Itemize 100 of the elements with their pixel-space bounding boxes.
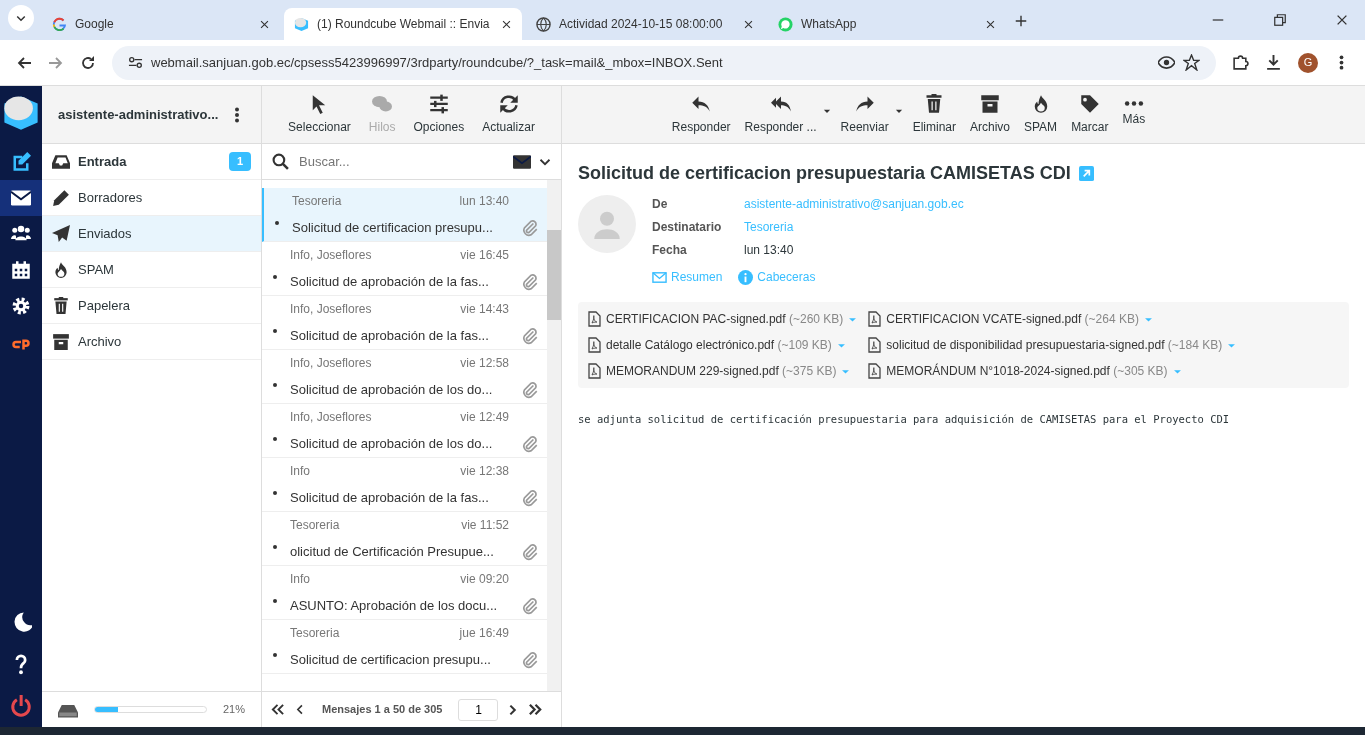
subject: Solicitud de aprobación de los do...	[290, 434, 493, 453]
subject: Solicitud de aprobación de la fas...	[290, 272, 489, 291]
envelope-icon[interactable]	[513, 152, 531, 171]
pencil-icon	[52, 188, 70, 207]
sender: Info, Joseflores	[290, 246, 372, 264]
toolbar-button[interactable]: Responder ...	[739, 93, 822, 136]
browser-tab[interactable]: Google	[42, 8, 280, 40]
folder-item[interactable]: SPAM	[42, 252, 261, 288]
browser-tab[interactable]: (1) Roundcube Webmail :: Envia	[284, 8, 522, 40]
header-label: Destinatario	[652, 219, 723, 236]
download-icon[interactable]	[1265, 54, 1282, 71]
toolbar-button[interactable]: Eliminar	[907, 93, 961, 136]
double-chevron-right-icon[interactable]	[528, 702, 544, 717]
power-icon[interactable]	[10, 695, 32, 717]
toolbar-button[interactable]: Reenviar	[835, 93, 894, 136]
attachment-link[interactable]: detalle Catálogo electrónico.pdf (~109 KB)	[586, 336, 859, 354]
date: jue 16:49	[459, 624, 509, 642]
toolbar-button[interactable]: Opciones	[408, 93, 470, 136]
attachment-link[interactable]: CERTIFICACION VCATE-signed.pdf (~264 KB)	[866, 310, 1238, 328]
paperclip-icon	[521, 218, 539, 237]
close-icon[interactable]	[1335, 13, 1349, 27]
date: vie 12:38	[460, 462, 509, 480]
back-arrow-icon[interactable]	[16, 54, 32, 71]
site-settings-icon[interactable]	[128, 55, 143, 70]
cube-icon[interactable]	[2, 94, 40, 132]
close-icon[interactable]	[501, 18, 512, 30]
attachment-link[interactable]: CERTIFICACION PAC-signed.pdf (~260 KB)	[586, 310, 859, 328]
forward-arrow-icon[interactable]	[48, 54, 64, 71]
close-icon[interactable]	[985, 18, 996, 30]
rail-button[interactable]	[0, 180, 42, 216]
folder-item[interactable]: Archivo	[42, 324, 261, 360]
date: vie 12:49	[460, 408, 509, 426]
toolbar-button[interactable]: Archivo	[965, 93, 1015, 136]
cube-icon	[294, 16, 309, 32]
profile-avatar[interactable]: G	[1298, 52, 1318, 73]
flame-icon	[52, 260, 70, 279]
trash-icon	[924, 93, 945, 114]
reload-icon[interactable]	[80, 54, 96, 71]
toolbar-button[interactable]: Seleccionar	[283, 93, 356, 136]
bullet	[273, 653, 277, 657]
subject: Solicitud de aprobación de la fas...	[290, 326, 489, 345]
sender: Tesoreria	[292, 192, 342, 210]
sender: Info, Joseflores	[290, 408, 372, 426]
browser-tab[interactable]: WhatsApp	[768, 8, 1006, 40]
bullet	[275, 221, 279, 225]
address-bar[interactable]: webmail.sanjuan.gob.ec/cpsess5423996997/3rdparty/roundcube/?_task=mail&_mbox=INBOX.Sent	[112, 45, 1216, 80]
plus-icon[interactable]	[1014, 13, 1028, 28]
subject: ASUNTO: Aprobación de los docu...	[290, 596, 498, 615]
tab-title: Actividad 2024-10-15 08:00:00	[559, 16, 724, 33]
double-chevron-left-icon[interactable]	[270, 702, 285, 717]
message-count: Mensajes 1 a 50 de 305	[322, 702, 443, 718]
tag-icon	[1079, 93, 1100, 114]
attachment-link[interactable]: MEMORÁNDUM N°1018-2024-signed.pdf (~305 KB)	[866, 362, 1238, 380]
tab-menu-button[interactable]	[8, 5, 34, 31]
toolbar-button[interactable]: SPAM	[1019, 93, 1063, 136]
close-icon[interactable]	[743, 18, 754, 30]
paperclip-icon	[521, 326, 539, 345]
trash-icon	[52, 296, 70, 315]
folder-item[interactable]: Entrada 1	[42, 144, 261, 180]
info-icon	[738, 269, 754, 285]
pdf-file-icon	[866, 311, 883, 327]
tab-title: Google	[75, 16, 115, 33]
paperclip-icon	[521, 272, 539, 291]
folder-item[interactable]: Papelera	[42, 288, 261, 324]
scrollbar[interactable]	[547, 180, 561, 691]
chat-bubble-icon	[778, 16, 793, 32]
date: lun 13:40	[459, 192, 509, 210]
url-text: webmail.sanjuan.gob.ec/cpsess5423996997/3rdparty/roundcube/?_task=mail&_mbox=INBOX.Sent	[151, 53, 724, 72]
attachment-link[interactable]: solicitud de disponibilidad presupuestaria-signed.pdf (~184 KB)	[866, 336, 1238, 354]
folder-item[interactable]: Enviados	[42, 216, 261, 252]
bullet	[273, 329, 277, 333]
toolbar-button[interactable]: Más	[1117, 101, 1151, 128]
archive-box-icon	[980, 93, 1000, 114]
pdf-file-icon	[586, 311, 602, 327]
bullet	[273, 545, 277, 549]
date: vie 11:52	[461, 516, 509, 534]
date: vie 16:45	[460, 246, 509, 264]
browser-tab[interactable]: Actividad 2024-10-15 08:00:00	[526, 8, 764, 40]
page-field[interactable]: 1	[458, 698, 499, 721]
pdf-file-icon	[586, 337, 602, 353]
sliders-icon	[428, 93, 449, 114]
toolbar-button[interactable]: Marcar	[1066, 93, 1114, 136]
tab-title: WhatsApp	[801, 16, 858, 33]
account-name: asistente-administrativo...	[58, 105, 219, 124]
paperclip-icon	[521, 596, 539, 615]
close-icon[interactable]	[259, 18, 270, 30]
message-body: se adjunta solicitud de certificación presupuestaria para adquisición de CAMISETAS para el Proyecto CDI	[578, 412, 1231, 427]
attachment-link[interactable]: MEMORANDUM 229-signed.pdf (~375 KB)	[586, 362, 859, 380]
restore-icon[interactable]	[1273, 13, 1287, 27]
eye-icon[interactable]	[1158, 54, 1175, 71]
star-icon[interactable]	[1183, 54, 1200, 71]
message-row[interactable]: Tesoreria lun 13:40 Solicitud de certificacion presupu...	[262, 188, 547, 242]
paperclip-icon	[521, 650, 539, 669]
subject: Solicitud de certificacion presupu...	[290, 650, 491, 669]
puzzle-icon[interactable]	[1232, 54, 1249, 71]
toolbar-button[interactable]: Responder	[666, 93, 736, 136]
subject: Solicitud de aprobación de la fas...	[290, 488, 489, 507]
toolbar-button[interactable]: Actualizar	[477, 93, 540, 136]
subject: olicitud de Certificación Presupue...	[290, 542, 494, 561]
search-field[interactable]: Buscar...	[297, 150, 505, 173]
